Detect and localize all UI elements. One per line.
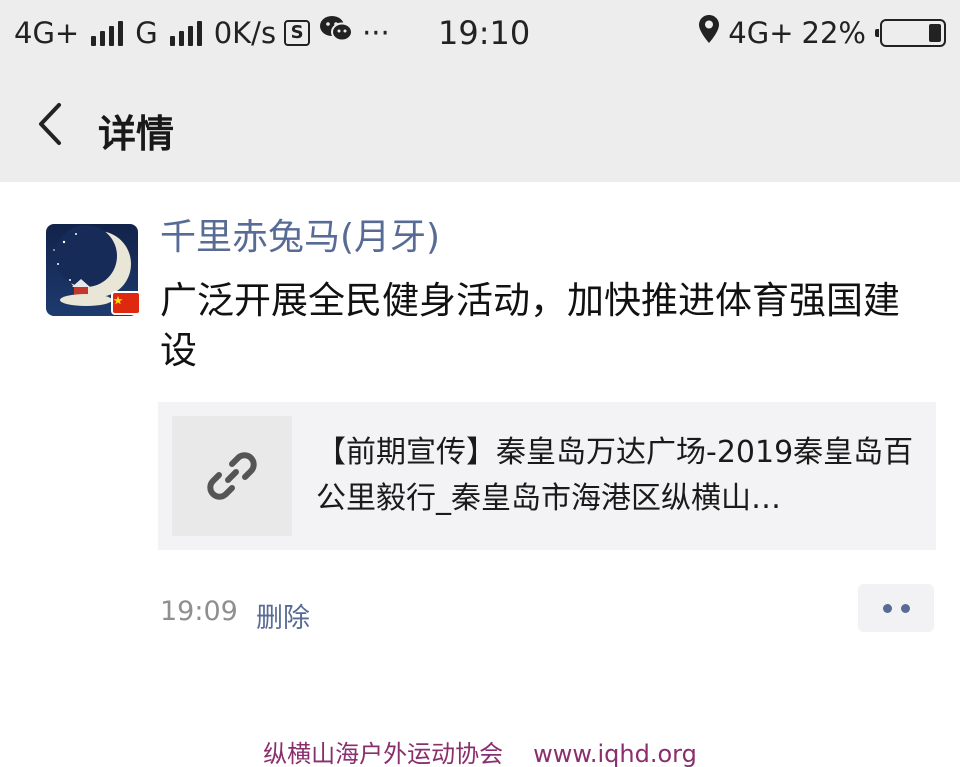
more-options-button[interactable]: [858, 584, 934, 632]
chevron-left-icon: [39, 103, 61, 145]
s-app-icon: S: [284, 19, 311, 46]
network-speed: 0K/s: [213, 15, 277, 50]
author-name[interactable]: 千里赤兔马(月牙): [160, 208, 440, 260]
nav-bar: 详情: [0, 68, 960, 182]
more-notifications-icon: ···: [362, 15, 390, 50]
link-thumbnail: [172, 416, 292, 536]
post-text: 广泛开展全民健身活动，加快推进体育强国建设: [160, 279, 900, 372]
watermark-org: 纵横山海户外运动协会: [263, 740, 504, 767]
status-right: 4G+ 22%: [698, 14, 946, 51]
network-type-3: 4G: [728, 15, 770, 50]
watermark-url: www.iqhd.org: [533, 740, 697, 767]
status-left: 4G+ G 0K/s S ···: [14, 14, 390, 51]
post-timestamp: 19:09: [160, 596, 238, 627]
link-icon: [207, 452, 257, 500]
wechat-icon: [318, 14, 354, 51]
network-type-label: 4G+: [14, 15, 80, 50]
network-type-3-label: 4G+: [728, 16, 793, 50]
link-card[interactable]: 【前期宣传】秦皇岛万达广场-2019秦皇岛百公里毅行_秦皇岛市海港区纵横山…: [158, 402, 936, 550]
watermark: 纵横山海户外运动协会 www.iqhd.org: [0, 734, 960, 767]
battery-percent: 22%: [801, 15, 866, 50]
page-title: 详情: [98, 112, 175, 156]
signal-strength-icon: [91, 20, 124, 46]
link-title: 【前期宣传】秦皇岛万达广场-2019秦皇岛百公里毅行_秦皇岛市海港区纵横山…: [316, 435, 914, 516]
network-type-2-label: G: [135, 15, 158, 50]
delete-button[interactable]: 删除: [256, 596, 310, 635]
signal-strength-2-icon: [169, 20, 202, 46]
network-type-3-suffix: +: [769, 15, 794, 50]
location-icon: [698, 14, 720, 51]
back-button[interactable]: [22, 96, 78, 152]
avatar[interactable]: [46, 224, 141, 316]
more-dot: [900, 603, 910, 613]
battery-icon: [875, 18, 946, 47]
status-bar: 4G+ G 0K/s S ··· 19:10 4G+ 22%: [0, 0, 960, 68]
more-dot: [882, 603, 892, 613]
clock: 19:10: [438, 14, 531, 52]
